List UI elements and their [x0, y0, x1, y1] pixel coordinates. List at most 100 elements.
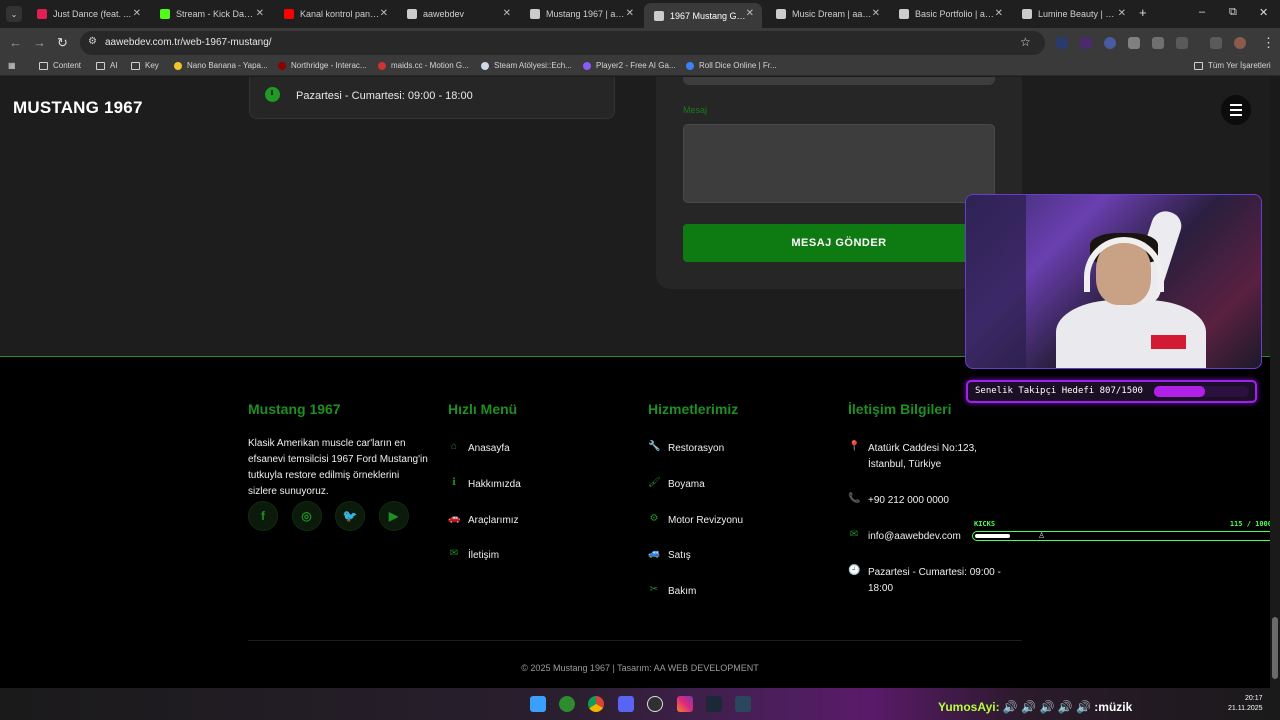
tools-icon: ✂: [649, 584, 659, 595]
close-window-button[interactable]: ✕: [1259, 6, 1268, 19]
all-bookmarks[interactable]: Tüm Yer İşaretleri: [1194, 61, 1271, 70]
steam-icon[interactable]: [706, 696, 722, 712]
scrollbar-thumb[interactable]: [1272, 617, 1278, 679]
tab-8[interactable]: Lumine Beauty | aawe...✕: [1012, 3, 1134, 25]
clock-icon: 🕘: [848, 565, 861, 576]
page-scrollbar[interactable]: [1270, 77, 1280, 688]
tab-7[interactable]: Basic Portfolio | aawe...✕: [889, 3, 1011, 25]
bookmark-item[interactable]: maids.cc - Motion G...: [378, 61, 469, 70]
tab-label: aawebdev: [423, 9, 465, 19]
extension-icon[interactable]: [1128, 37, 1140, 49]
windows-start-icon[interactable]: [530, 696, 546, 712]
extension-icon[interactable]: [1104, 37, 1116, 49]
tab-close-icon[interactable]: ✕: [380, 8, 388, 19]
instagram-icon[interactable]: [677, 696, 693, 712]
bookmark-item[interactable]: Northridge - Interac...: [278, 61, 367, 70]
system-clock[interactable]: 20:17 21.11.2025: [1228, 694, 1263, 714]
instagram-icon[interactable]: ◎: [291, 501, 322, 531]
form-field[interactable]: [683, 77, 995, 85]
bookmark-item[interactable]: AI: [96, 61, 118, 70]
service-link[interactable]: 🚙 Satış: [648, 548, 691, 564]
discord-icon[interactable]: [618, 696, 634, 712]
tab-strip: ⌄ Just Dance (feat. ... ✕ Stream - Kick Da…: [0, 0, 1280, 28]
gear-icon: ⚙: [649, 513, 659, 524]
xbox-icon[interactable]: [559, 696, 575, 712]
tab-label: Basic Portfolio | aawe...: [915, 9, 995, 19]
bookmark-label: maids.cc - Motion G...: [391, 61, 469, 70]
message-textarea[interactable]: [683, 124, 995, 203]
envelope-icon: ✉: [849, 529, 859, 540]
youtube-icon[interactable]: ▶: [378, 501, 409, 531]
tab-close-icon[interactable]: ✕: [626, 8, 634, 19]
map-pin-icon: 📍: [848, 441, 861, 452]
footer-contact-title: İletişim Bilgileri: [848, 401, 952, 417]
quick-menu-link[interactable]: 🚗 Araçlarımız: [448, 513, 519, 529]
service-link[interactable]: ⚙ Motor Revizyonu: [648, 513, 744, 529]
tab-1[interactable]: Stream - Kick Dashbo...✕: [150, 3, 272, 25]
quick-menu-link[interactable]: ✉ İletişim: [448, 548, 499, 564]
service-link[interactable]: ✂ Bakım: [648, 584, 697, 600]
profile-avatar[interactable]: [1234, 37, 1246, 49]
bookmark-item[interactable]: Player2 - Free AI Ga...: [583, 61, 676, 70]
chrome-icon[interactable]: [588, 696, 604, 712]
steam-icon[interactable]: [735, 696, 751, 712]
bookmark-item[interactable]: Steam Atölyesi::Ech...: [481, 61, 572, 70]
service-link[interactable]: 🖌 Boyama: [648, 477, 705, 493]
bookmark-item[interactable]: Roll Dice Online | Fr...: [686, 61, 777, 70]
bookmark-label: Steam Atölyesi::Ech...: [494, 61, 572, 70]
tab-close-icon[interactable]: ✕: [503, 8, 511, 19]
twitter-icon[interactable]: 🐦: [335, 501, 365, 531]
extension-icon[interactable]: [1056, 37, 1068, 49]
bookmark-item[interactable]: Key: [131, 61, 159, 70]
facebook-icon[interactable]: f: [248, 501, 278, 531]
tab-close-icon[interactable]: ✕: [995, 8, 1003, 19]
chat-ticker: YumosAyi: 🔊 🔊 🔊 🔊 🔊 :müzik: [938, 700, 1132, 714]
folder-icon: [131, 61, 140, 70]
address-bar[interactable]: ⚙ aawebdev.com.tr/web-1967-mustang/ ☆: [80, 31, 1045, 55]
apps-grid-icon[interactable]: ▦: [8, 61, 16, 70]
folder-icon: [96, 61, 105, 70]
bookmark-label: Player2 - Free AI Ga...: [596, 61, 676, 70]
extension-icon[interactable]: [1152, 37, 1164, 49]
obs-icon[interactable]: [647, 696, 663, 712]
tab-search-button[interactable]: ⌄: [6, 6, 22, 22]
tab-close-icon[interactable]: ✕: [256, 8, 264, 19]
quick-menu-link[interactable]: ⌂ Anasayfa: [448, 441, 510, 457]
minimize-button[interactable]: –: [1199, 6, 1205, 18]
extensions-puzzle-icon[interactable]: [1176, 37, 1188, 49]
folder-icon: [1194, 61, 1203, 70]
service-link[interactable]: 🔧 Restorasyon: [648, 441, 724, 457]
tab-5[interactable]: 1967 Mustang Garag...✕: [644, 3, 762, 28]
contact-info-text: +90 212 000 0000: [868, 495, 949, 506]
back-button[interactable]: ←: [9, 35, 22, 50]
new-tab-button[interactable]: +: [1139, 5, 1147, 20]
site-favicon-icon: [378, 61, 386, 70]
forward-button[interactable]: →: [33, 35, 46, 50]
extension-icon[interactable]: [1080, 37, 1092, 49]
tab-6[interactable]: Music Dream | aaweb...✕: [766, 3, 888, 25]
tab-close-icon[interactable]: ✕: [1118, 8, 1126, 19]
url-text[interactable]: aawebdev.com.tr/web-1967-mustang/: [105, 37, 272, 48]
bookmark-star-icon[interactable]: ☆: [1020, 35, 1031, 49]
tab-2[interactable]: Kanal kontrol paneli - ✕: [274, 3, 396, 25]
tab-close-icon[interactable]: ✕: [133, 8, 141, 19]
bookmark-item[interactable]: Nano Banana - Yapa...: [174, 61, 268, 70]
tab-3[interactable]: aawebdev ✕: [397, 3, 519, 25]
bookmark-item[interactable]: Content: [39, 61, 81, 70]
reading-list-icon[interactable]: [1210, 37, 1222, 49]
menu-kebab-icon[interactable]: ⋮: [1262, 35, 1275, 51]
site-logo[interactable]: MUSTANG 1967: [13, 98, 143, 118]
tab-close-icon[interactable]: ✕: [746, 8, 754, 19]
tab-close-icon[interactable]: ✕: [872, 8, 880, 19]
maximize-button[interactable]: ⧉: [1229, 6, 1237, 19]
send-message-button[interactable]: MESAJ GÖNDER: [683, 224, 995, 262]
tab-favicon-icon: [160, 9, 170, 19]
quick-menu-link[interactable]: ℹ Hakkımızda: [448, 477, 521, 493]
hamburger-menu-button[interactable]: [1221, 95, 1251, 125]
tab-0[interactable]: Just Dance (feat. ... ✕: [27, 3, 149, 25]
reload-button[interactable]: ↻: [57, 35, 68, 51]
contact-info-item[interactable]: 📞 +90 212 000 0000: [848, 493, 1003, 509]
site-info-icon[interactable]: ⚙: [88, 36, 97, 47]
tab-4[interactable]: Mustang 1967 | aawe...✕: [520, 3, 642, 25]
tab-label: Mustang 1967 | aawe...: [546, 9, 626, 19]
